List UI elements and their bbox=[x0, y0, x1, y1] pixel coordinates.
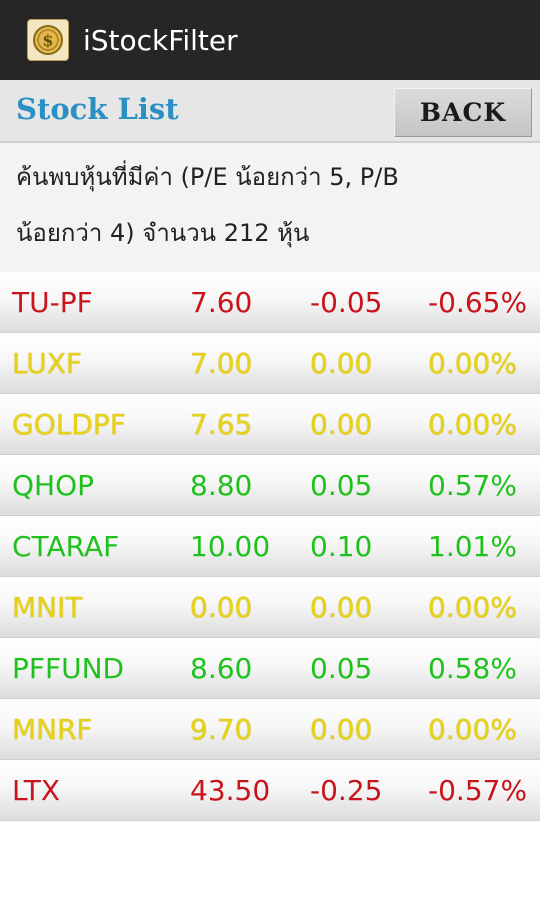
stock-change: 0.05 bbox=[310, 469, 373, 502]
stock-change: 0.00 bbox=[310, 591, 373, 624]
stock-list: TU-PF 7.60 -0.05 -0.65% LUXF 7.00 0.00 0.00% GOL… bbox=[0, 272, 540, 821]
description-line-2: น้อยกว่า 4) จำนวน 212 หุ้น bbox=[16, 219, 310, 247]
stock-change: 0.10 bbox=[310, 530, 373, 563]
stock-price: 9.70 bbox=[190, 713, 253, 746]
stock-price: 7.60 bbox=[190, 286, 253, 319]
description-line-1: ค้นพบหุ้นที่มีค่า (P/E น้อยกว่า 5, P/B bbox=[16, 163, 399, 191]
stock-symbol: GOLDPF bbox=[12, 408, 126, 441]
stock-percent-change: 0.00% bbox=[428, 347, 517, 380]
stock-symbol: TU-PF bbox=[12, 286, 93, 319]
stock-price: 43.50 bbox=[190, 774, 271, 807]
stock-percent-change: 0.58% bbox=[428, 652, 517, 685]
stock-percent-change: 1.01% bbox=[428, 530, 517, 563]
coin-icon: $ bbox=[27, 19, 69, 61]
stock-row[interactable]: TU-PF 7.60 -0.05 -0.65% bbox=[0, 272, 540, 333]
stock-change: 0.00 bbox=[310, 713, 373, 746]
stock-change: 0.00 bbox=[310, 408, 373, 441]
stock-row[interactable]: CTARAF 10.00 0.10 1.01% bbox=[0, 516, 540, 577]
stock-symbol: CTARAF bbox=[12, 530, 120, 563]
stock-row[interactable]: GOLDPF 7.65 0.00 0.00% bbox=[0, 394, 540, 455]
filter-description: ค้นพบหุ้นที่มีค่า (P/E น้อยกว่า 5, P/B น… bbox=[0, 143, 540, 272]
stock-row[interactable]: LTX 43.50 -0.25 -0.57% bbox=[0, 760, 540, 821]
title-bar: $ iStockFilter bbox=[0, 0, 540, 80]
stock-symbol: MNRF bbox=[12, 713, 93, 746]
stock-symbol: QHOP bbox=[12, 469, 95, 502]
svg-text:$: $ bbox=[42, 31, 53, 50]
stock-price: 0.00 bbox=[190, 591, 253, 624]
stock-percent-change: -0.57% bbox=[428, 774, 528, 807]
stock-change: 0.05 bbox=[310, 652, 373, 685]
stock-price: 7.65 bbox=[190, 408, 253, 441]
stock-price: 8.80 bbox=[190, 469, 253, 502]
stock-percent-change: -0.65% bbox=[428, 286, 528, 319]
stock-symbol: LTX bbox=[12, 774, 61, 807]
stock-row[interactable]: LUXF 7.00 0.00 0.00% bbox=[0, 333, 540, 394]
stock-symbol: MNIT bbox=[12, 591, 83, 624]
stock-price: 7.00 bbox=[190, 347, 253, 380]
stock-symbol: LUXF bbox=[12, 347, 82, 380]
stock-row[interactable]: QHOP 8.80 0.05 0.57% bbox=[0, 455, 540, 516]
stock-row[interactable]: MNRF 9.70 0.00 0.00% bbox=[0, 699, 540, 760]
stock-row[interactable]: MNIT 0.00 0.00 0.00% bbox=[0, 577, 540, 638]
stock-price: 10.00 bbox=[190, 530, 271, 563]
back-button[interactable]: BACK bbox=[394, 88, 532, 137]
stock-row[interactable]: PFFUND 8.60 0.05 0.58% bbox=[0, 638, 540, 699]
stock-percent-change: 0.57% bbox=[428, 469, 517, 502]
stock-change: -0.25 bbox=[310, 774, 383, 807]
stock-price: 8.60 bbox=[190, 652, 253, 685]
stock-symbol: PFFUND bbox=[12, 652, 125, 685]
stock-percent-change: 0.00% bbox=[428, 591, 517, 624]
stock-change: -0.05 bbox=[310, 286, 383, 319]
page-title: Stock List bbox=[16, 92, 179, 126]
stock-percent-change: 0.00% bbox=[428, 408, 517, 441]
stock-percent-change: 0.00% bbox=[428, 713, 517, 746]
page-header: Stock List BACK bbox=[0, 80, 540, 143]
stock-change: 0.00 bbox=[310, 347, 373, 380]
app-title: iStockFilter bbox=[83, 23, 238, 57]
